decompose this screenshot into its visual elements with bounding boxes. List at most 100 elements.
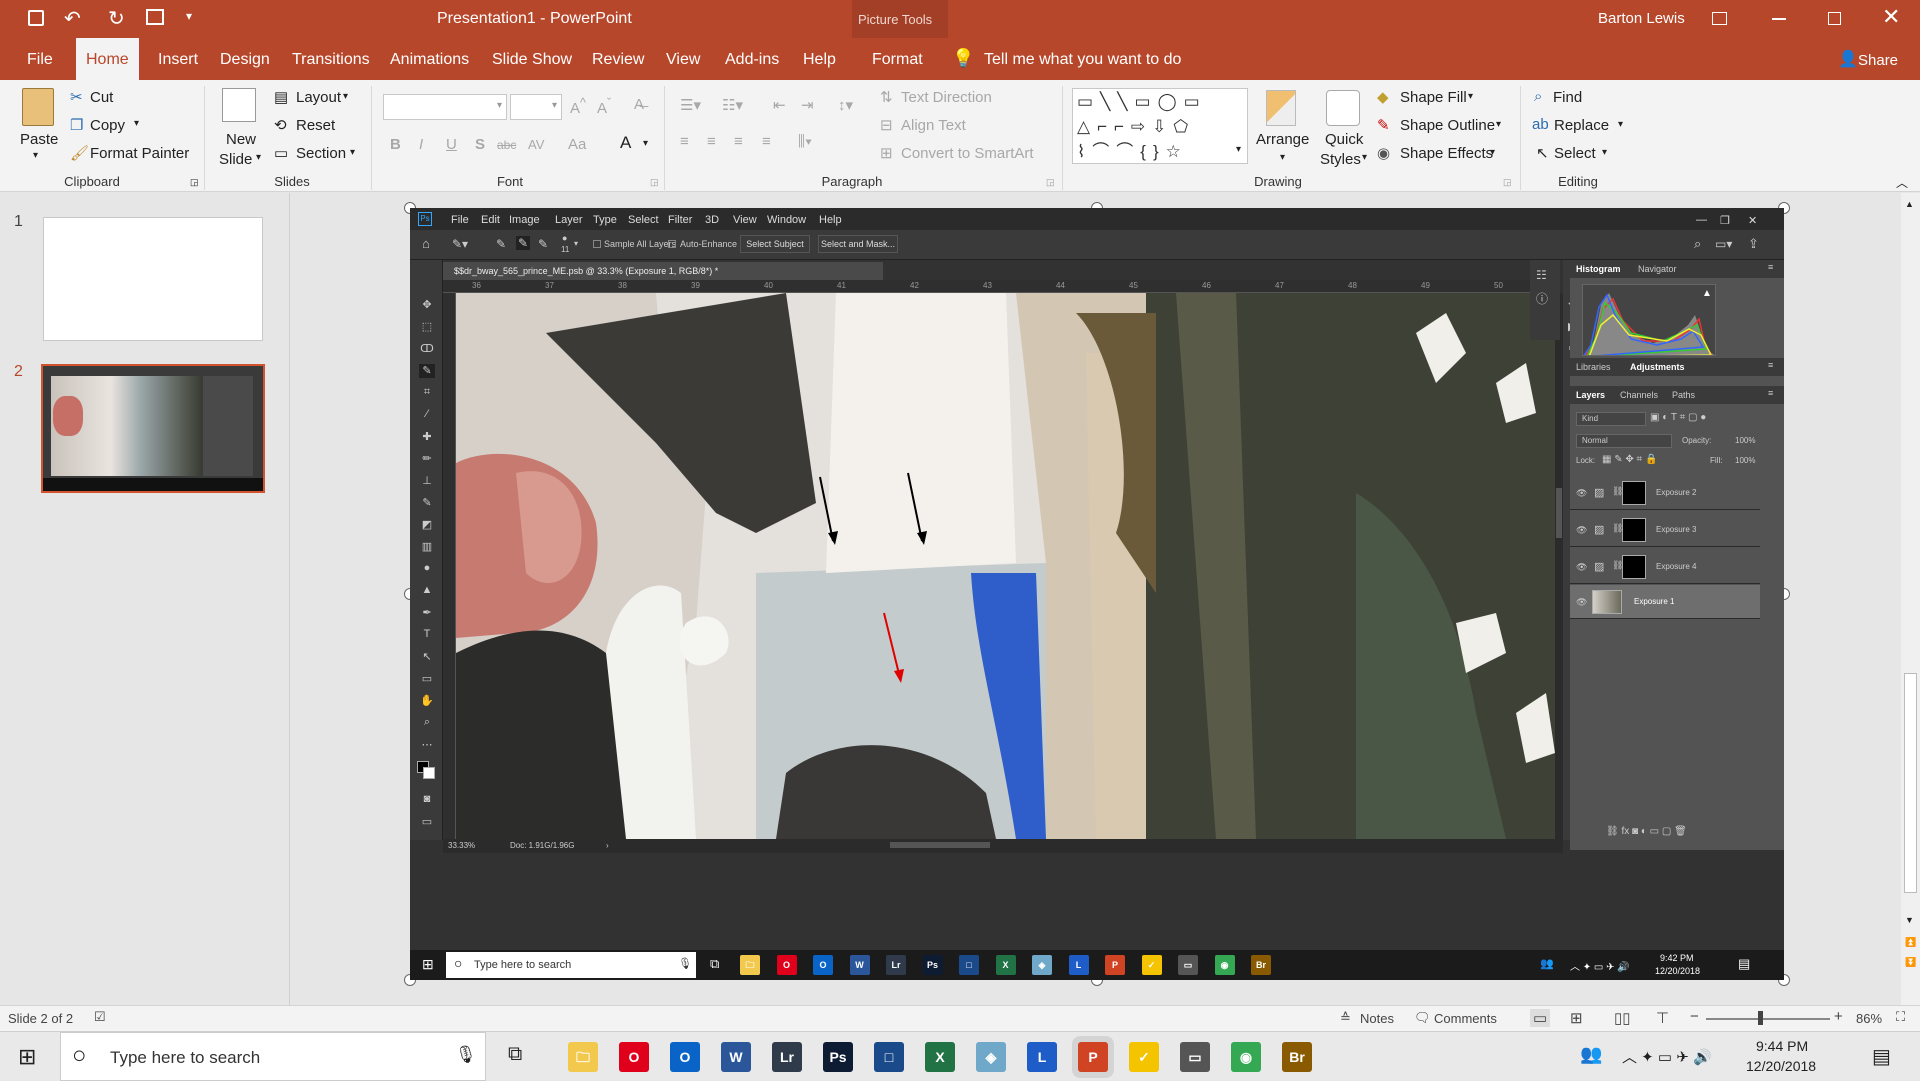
inner-notifications-icon[interactable]: ▤	[1738, 956, 1750, 972]
more-tools-icon[interactable]: ⋯	[419, 738, 435, 752]
italic-button[interactable]: I	[419, 136, 423, 153]
text-direction-icon[interactable]: ⇅	[880, 88, 893, 106]
reset-button[interactable]: Reset	[296, 117, 335, 134]
clear-formatting-icon[interactable]: A̶	[634, 96, 644, 113]
select-dropdown-icon[interactable]: ▾	[1602, 147, 1607, 158]
format-painter-button[interactable]: Format Painter	[90, 145, 189, 162]
bold-button[interactable]: B	[390, 136, 401, 153]
healing-tool-icon[interactable]: ✚	[419, 430, 435, 444]
zoom-level[interactable]: 86%	[1856, 1011, 1882, 1026]
photoshop-icon[interactable]: Ps	[823, 1042, 853, 1072]
powerpoint-icon[interactable]: P	[1078, 1042, 1108, 1072]
ps-close-icon[interactable]: ✕	[1748, 214, 1757, 227]
paragraph-launcher-icon[interactable]: ◲	[1046, 177, 1055, 188]
tab-animations[interactable]: Animations	[388, 38, 471, 80]
ps-layer-actions-icons[interactable]: ⛓ fx ◙ ◐ ▭ ▢ 🗑	[1606, 826, 1687, 837]
ps-menu-window[interactable]: Window	[767, 214, 806, 226]
bridge-icon[interactable]: Br	[1282, 1042, 1312, 1072]
ps-minimize-icon[interactable]: —	[1696, 214, 1707, 226]
ps-brush-preset-icon[interactable]: ●	[562, 233, 567, 243]
ps-canvas-hscroll-thumb[interactable]	[890, 842, 990, 848]
shapes-more-icon[interactable]: ▾	[1236, 144, 1241, 155]
grow-font-icon[interactable]: A^	[570, 96, 586, 117]
layer-mask-thumbnail[interactable]	[1622, 481, 1646, 505]
align-center-icon[interactable]: ≡	[707, 133, 716, 150]
shape-tool-icon[interactable]: ▭	[419, 672, 435, 686]
ps-tab-navigator[interactable]: Navigator	[1638, 264, 1677, 274]
photo-icon[interactable]: ◈	[1032, 955, 1052, 975]
shape-effects-icon[interactable]: ◉	[1377, 144, 1390, 162]
ps-opacity-value[interactable]: 100%	[1735, 436, 1755, 445]
customize-qat-icon[interactable]: ▾	[186, 9, 192, 23]
history-brush-icon[interactable]: ✎	[419, 496, 435, 510]
section-dropdown-icon[interactable]: ▾	[350, 147, 355, 158]
ribbon-display-icon[interactable]	[1712, 12, 1727, 25]
blur-tool-icon[interactable]: ●	[419, 562, 435, 576]
task-view-icon[interactable]: ⧉	[508, 1043, 522, 1066]
comments-button[interactable]: Comments	[1434, 1011, 1497, 1026]
zoom-slider-thumb[interactable]	[1758, 1011, 1763, 1025]
next-slide-icon[interactable]: ⏬	[1905, 957, 1916, 968]
ps-tab-libraries[interactable]: Libraries	[1576, 362, 1611, 372]
opera-icon[interactable]: O	[619, 1042, 649, 1072]
notes-icon[interactable]: ≙	[1340, 1010, 1351, 1026]
present-icon[interactable]	[146, 9, 164, 25]
eyedropper-tool-icon[interactable]: ⁄	[419, 408, 435, 422]
word-icon[interactable]: W	[849, 955, 870, 975]
lightroom-icon[interactable]: Lr	[886, 955, 906, 975]
text-direction-button[interactable]: Text Direction	[901, 89, 992, 106]
powerpoint-icon[interactable]: P	[1105, 955, 1125, 975]
comments-icon[interactable]: 🗨	[1414, 1010, 1431, 1026]
chrome-icon[interactable]: ◉	[1231, 1042, 1261, 1072]
tab-transitions[interactable]: Transitions	[290, 38, 372, 80]
minimize-icon[interactable]	[1772, 18, 1786, 20]
strikethrough-button[interactable]: abc	[497, 138, 516, 152]
visibility-eye-icon[interactable]: 👁	[1576, 488, 1587, 499]
file-explorer-icon[interactable]: 🗀	[740, 955, 760, 975]
people-icon[interactable]: 👥	[1580, 1044, 1602, 1065]
norton-icon[interactable]: ✓	[1141, 955, 1162, 975]
font-color-dropdown-icon[interactable]: ▾	[643, 138, 648, 149]
ps-brush-dropdown-icon[interactable]: ▾	[574, 239, 578, 248]
ps-panel-menu-icon[interactable]: ≡	[1768, 388, 1773, 398]
photoshop-icon[interactable]: Ps	[922, 955, 943, 975]
ps-lock-icons[interactable]: ▦ ✎ ✥ ⌗ 🔒	[1602, 454, 1657, 465]
inner-search-text[interactable]: Type here to search	[474, 959, 571, 971]
ps-brush-size[interactable]: 11	[561, 245, 569, 254]
prev-slide-icon[interactable]: ⏫	[1905, 937, 1916, 948]
new-slide-button[interactable]: New	[226, 131, 256, 148]
layout-button[interactable]: Layout	[296, 89, 341, 106]
find-button[interactable]: Find	[1553, 89, 1582, 106]
crop-tool-icon[interactable]: ⌗	[419, 386, 435, 400]
hand-tool-icon[interactable]: ✋	[419, 694, 435, 708]
font-name-input[interactable]: ▾	[383, 94, 507, 120]
align-left-icon[interactable]: ≡	[680, 133, 689, 150]
tab-home[interactable]: Home	[76, 38, 139, 80]
cut-button[interactable]: Cut	[90, 89, 113, 106]
justify-icon[interactable]: ≡	[762, 133, 771, 150]
line-spacing-icon[interactable]: ↕▾	[838, 96, 853, 114]
zoom-in-icon[interactable]: +	[1834, 1008, 1843, 1025]
tab-help[interactable]: Help	[801, 38, 838, 80]
arrange-button[interactable]: Arrange	[1256, 131, 1309, 148]
ps-auto-enhance-checkbox[interactable]	[668, 240, 676, 248]
paste-dropdown-icon[interactable]: ▾	[33, 150, 38, 161]
change-case-button[interactable]: Aa	[568, 136, 586, 153]
chrome-icon[interactable]: ◉	[1214, 955, 1235, 975]
underline-button[interactable]: U	[446, 136, 457, 153]
columns-icon[interactable]: ⫼▾	[798, 133, 812, 150]
decrease-indent-icon[interactable]: ⇤	[773, 96, 786, 114]
scroll-up-icon[interactable]: ▲	[1905, 199, 1914, 209]
fit-to-window-icon[interactable]: ⛶	[1896, 1009, 1905, 1025]
ps-fill-value[interactable]: 100%	[1735, 456, 1755, 465]
copy-icon[interactable]: ❐	[70, 116, 83, 134]
ps-menu-layer[interactable]: Layer	[555, 214, 583, 226]
taskbar-search-text[interactable]: Type here to search	[110, 1048, 260, 1068]
smartart-button[interactable]: Convert to SmartArt	[901, 145, 1034, 162]
inner-people-icon[interactable]: 👥	[1540, 957, 1554, 970]
ps-sample-all-checkbox[interactable]	[593, 240, 601, 248]
notifications-icon[interactable]: ▤	[1872, 1044, 1891, 1069]
shrink-font-icon[interactable]: Aˇ	[597, 96, 611, 117]
inner-clock-date[interactable]: 12/20/2018	[1655, 966, 1700, 976]
quick-select-tool-icon[interactable]: ✎	[419, 364, 435, 378]
